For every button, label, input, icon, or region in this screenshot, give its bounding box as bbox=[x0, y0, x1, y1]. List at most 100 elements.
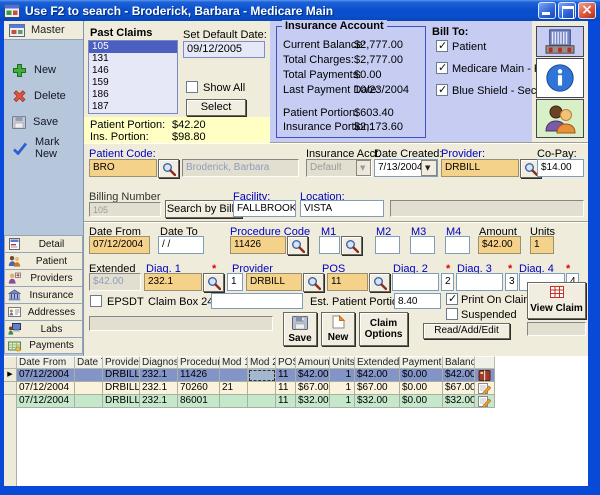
tab-addresses[interactable]: Addresses bbox=[4, 303, 83, 320]
table-cell[interactable]: $32.00 bbox=[355, 395, 400, 408]
table-cell[interactable]: 11 bbox=[276, 369, 296, 382]
date-from-field[interactable]: 07/12/2004 bbox=[89, 236, 150, 254]
table-cell[interactable] bbox=[75, 382, 103, 395]
search-by-bill-button[interactable]: Search by Bill# bbox=[165, 200, 242, 218]
co-pay-field[interactable]: $14.00 bbox=[537, 159, 584, 177]
table-cell[interactable] bbox=[220, 395, 248, 408]
new-button[interactable]: New bbox=[321, 312, 355, 346]
table-cell[interactable]: 07/12/2004 bbox=[17, 395, 75, 408]
table-cell[interactable]: $32.00 bbox=[443, 395, 475, 408]
table-cell[interactable]: $67.00 bbox=[355, 382, 400, 395]
table-cell[interactable]: 1 bbox=[330, 395, 355, 408]
patients-button[interactable] bbox=[536, 99, 584, 138]
procedure-code-field[interactable]: 11426 bbox=[230, 236, 286, 254]
table-cell[interactable] bbox=[248, 395, 276, 408]
patient-code-field[interactable]: BRO bbox=[89, 159, 157, 177]
table-cell[interactable] bbox=[220, 369, 248, 382]
tab-payments[interactable]: Payments bbox=[4, 337, 83, 354]
table-cell[interactable]: $32.00 bbox=[296, 395, 330, 408]
diag1-search-icon[interactable] bbox=[203, 273, 224, 292]
past-claims-listbox[interactable]: 105 131 146 159 186 187 bbox=[88, 40, 178, 114]
show-all-checkbox[interactable] bbox=[186, 81, 198, 93]
table-cell[interactable]: 232.1 bbox=[140, 369, 178, 382]
epsdt-checkbox[interactable] bbox=[90, 295, 102, 307]
table-row[interactable]: 07/12/2004 DRBILL 232.1 70260 21 11 $67.… bbox=[4, 382, 495, 395]
table-cell[interactable]: 232.1 bbox=[140, 395, 178, 408]
row-selector[interactable] bbox=[4, 382, 17, 395]
provider2-search-icon[interactable] bbox=[303, 273, 324, 292]
mark-new-action[interactable]: Mark New bbox=[4, 137, 83, 159]
tab-labs[interactable]: Labs bbox=[4, 320, 83, 337]
pos-field[interactable]: 11 bbox=[327, 273, 368, 291]
procedure-search-icon[interactable] bbox=[287, 236, 308, 255]
focused-cell[interactable] bbox=[248, 369, 276, 382]
sidebar-master-header[interactable]: Master bbox=[4, 21, 83, 40]
set-default-date-field[interactable]: 09/12/2005 bbox=[183, 41, 265, 58]
m1-search-icon[interactable] bbox=[341, 236, 362, 255]
tab-providers[interactable]: Providers bbox=[4, 269, 83, 286]
table-cell[interactable] bbox=[75, 369, 103, 382]
diag3-pointer-field[interactable]: 3 bbox=[505, 273, 518, 291]
table-cell[interactable]: DRBILL bbox=[103, 382, 140, 395]
diag2-field[interactable] bbox=[392, 273, 439, 291]
read-add-edit-note-button[interactable]: Read/Add/Edit Note bbox=[423, 323, 510, 339]
facility-field[interactable]: FALLBROOK bbox=[233, 200, 296, 217]
date-to-field[interactable]: / / bbox=[158, 236, 204, 254]
table-cell[interactable] bbox=[248, 382, 276, 395]
date-created-dropdown-icon[interactable] bbox=[421, 160, 437, 176]
save-button[interactable]: Save bbox=[283, 312, 317, 346]
table-cell[interactable]: 86001 bbox=[178, 395, 220, 408]
delete-action[interactable]: Delete bbox=[4, 85, 83, 107]
list-item[interactable]: 146 bbox=[89, 65, 177, 77]
table-cell[interactable]: $0.00 bbox=[400, 369, 443, 382]
table-cell[interactable]: DRBILL bbox=[103, 369, 140, 382]
table-cell[interactable]: $42.00 bbox=[296, 369, 330, 382]
bill-to-patient-checkbox[interactable] bbox=[436, 40, 448, 52]
list-item[interactable]: 131 bbox=[89, 53, 177, 65]
table-cell[interactable]: 11 bbox=[276, 395, 296, 408]
close-button[interactable] bbox=[578, 2, 596, 19]
table-cell[interactable]: 70260 bbox=[178, 382, 220, 395]
print-on-claim-checkbox[interactable] bbox=[446, 293, 458, 305]
diag1-pointer-field[interactable]: 1 bbox=[227, 273, 243, 291]
est-patient-portion-field[interactable]: 8.40 bbox=[394, 293, 441, 309]
table-cell[interactable]: 11426 bbox=[178, 369, 220, 382]
bill-to-blueshield-checkbox[interactable] bbox=[436, 84, 448, 96]
tab-insurance[interactable]: Insurance bbox=[4, 286, 83, 303]
amount-field[interactable]: $42.00 bbox=[478, 236, 521, 254]
list-item[interactable]: 159 bbox=[89, 77, 177, 89]
patient-code-search-icon[interactable] bbox=[158, 159, 179, 178]
facility-building-button[interactable] bbox=[536, 26, 584, 57]
m2-field[interactable] bbox=[375, 236, 400, 254]
table-cell[interactable] bbox=[75, 395, 103, 408]
location-field[interactable]: VISTA bbox=[300, 200, 384, 217]
table-cell[interactable]: DRBILL bbox=[103, 395, 140, 408]
maximize-button[interactable] bbox=[558, 2, 576, 19]
select-button[interactable]: Select bbox=[186, 99, 246, 116]
table-cell[interactable]: $42.00 bbox=[443, 369, 475, 382]
table-cell[interactable]: 232.1 bbox=[140, 382, 178, 395]
table-cell[interactable]: 1 bbox=[330, 382, 355, 395]
note-book-icon[interactable] bbox=[475, 369, 495, 382]
table-cell[interactable]: 07/12/2004 bbox=[17, 382, 75, 395]
table-row[interactable]: 07/12/2004 DRBILL 232.1 86001 11 $32.00 … bbox=[4, 395, 495, 408]
list-item[interactable]: 186 bbox=[89, 89, 177, 101]
save-action[interactable]: Save bbox=[4, 111, 83, 133]
claim-box-field[interactable] bbox=[211, 293, 303, 309]
provider2-field[interactable]: DRBILL bbox=[246, 273, 302, 291]
table-cell[interactable]: $0.00 bbox=[400, 382, 443, 395]
m3-field[interactable] bbox=[410, 236, 435, 254]
m1-field[interactable] bbox=[319, 236, 340, 254]
table-row[interactable]: 07/12/2004 DRBILL 232.1 11426 11 $42.00 … bbox=[4, 369, 495, 382]
minimize-button[interactable] bbox=[538, 2, 556, 19]
table-cell[interactable]: $67.00 bbox=[296, 382, 330, 395]
pos-search-icon[interactable] bbox=[369, 273, 390, 292]
view-claim-button[interactable]: View Claim bbox=[527, 282, 586, 319]
claim-options-button[interactable]: Claim Options bbox=[359, 312, 408, 346]
list-item[interactable]: 105 bbox=[89, 41, 177, 53]
table-cell[interactable]: 11 bbox=[276, 382, 296, 395]
table-cell[interactable]: $67.00 bbox=[443, 382, 475, 395]
note-edit-icon[interactable] bbox=[475, 382, 495, 395]
bill-to-medicare-checkbox[interactable] bbox=[436, 62, 448, 74]
list-item[interactable]: 187 bbox=[89, 101, 177, 113]
